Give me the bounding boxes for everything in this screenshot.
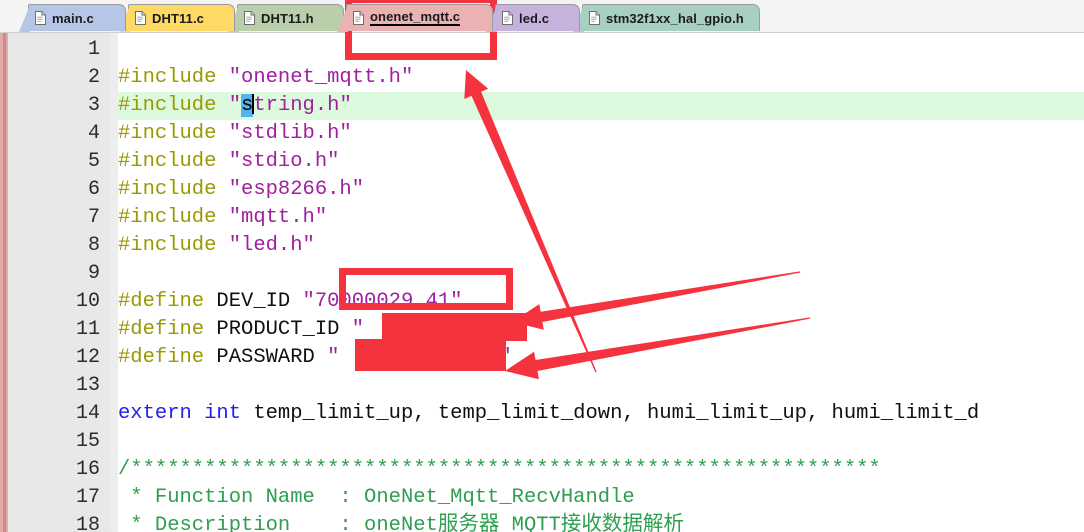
code-token: #include	[118, 206, 229, 229]
code-token: #include	[118, 122, 229, 145]
code-line[interactable]: /***************************************…	[118, 456, 881, 484]
code-token: "esp8266.h"	[228, 178, 365, 201]
file-icon	[353, 11, 364, 25]
tab-stm32f1xx-hal-gpio-h[interactable]: stm32f1xx_hal_gpio.h	[573, 4, 760, 32]
tab-label: DHT11.h	[261, 10, 314, 26]
code-line[interactable]: #include "esp8266.h"	[118, 176, 364, 204]
code-token: #include	[118, 94, 229, 117]
code-token: #include	[118, 150, 229, 173]
code-line[interactable]: #define DEV_ID "70000029 41"	[118, 288, 462, 316]
code-token: * Description : oneNet服务器 MQTT接收数据解析	[118, 514, 684, 532]
file-icon	[502, 11, 513, 25]
line-number: 15	[75, 430, 100, 453]
tab-main-c[interactable]: main.c	[19, 4, 126, 32]
line-number: 3	[87, 94, 100, 117]
code-line[interactable]: * Function Name : OneNet_Mqtt_RecvHandle	[118, 484, 635, 512]
tab-label: onenet_mqtt.c	[370, 9, 461, 26]
code-token: "70000029 41"	[302, 290, 463, 313]
code-token: "stdio.h"	[228, 150, 340, 173]
code-line[interactable]: #include "mqtt.h"	[118, 204, 327, 232]
code-token: DEV_ID	[216, 290, 303, 313]
code-token: #include	[118, 234, 229, 257]
code-token: "mqtt.h"	[228, 206, 328, 229]
code-line[interactable]: #include "onenet_mqtt.h"	[118, 64, 413, 92]
file-icon	[589, 11, 600, 25]
tab-left-slant	[337, 5, 348, 32]
tab-dht11-h[interactable]: DHT11.h	[228, 4, 344, 32]
code-token: temp_limit_up, temp_limit_down, humi_lim…	[241, 402, 980, 425]
line-number: 17	[75, 486, 100, 509]
code-token: "stdlib.h"	[228, 122, 352, 145]
line-number: 10	[75, 290, 100, 313]
code-line[interactable]: #include "led.h"	[118, 232, 315, 260]
code-token: PASSWARD	[216, 346, 328, 369]
gutter-edge-strip	[110, 33, 118, 532]
tab-label: stm32f1xx_hal_gpio.h	[606, 10, 744, 26]
line-number: 7	[87, 206, 100, 229]
code-token: #include	[118, 66, 229, 89]
code-token: #include	[118, 178, 229, 201]
line-number: 2	[87, 66, 100, 89]
code-token: "onenet_mqtt.h"	[228, 66, 414, 89]
code-line[interactable]: #include "stdio.h"	[118, 148, 339, 176]
tab-led-c[interactable]: led.c	[486, 4, 580, 32]
code-line[interactable]: #define PASSWARD " "	[118, 344, 512, 372]
tab-label: led.c	[519, 10, 550, 26]
tab-left-slant	[19, 5, 30, 32]
code-line[interactable]: #include "stdlib.h"	[118, 120, 352, 148]
file-icon	[244, 11, 255, 25]
line-number: 14	[75, 402, 100, 425]
editor-window: main.c DHT11.c DHT11.h onenet_mqtt.c led.c st…	[0, 0, 1084, 532]
line-number: 9	[87, 262, 100, 285]
tab-label: main.c	[52, 10, 94, 26]
code-line[interactable]: * Description : oneNet服务器 MQTT接收数据解析	[118, 512, 684, 532]
code-line[interactable]: extern int temp_limit_up, temp_limit_dow…	[118, 400, 979, 428]
line-number: 4	[87, 122, 100, 145]
code-token: #define	[118, 290, 217, 313]
code-token: "led.h"	[228, 234, 315, 257]
file-icon	[135, 11, 146, 25]
code-token: extern int	[118, 402, 242, 425]
line-number: 6	[87, 178, 100, 201]
code-token: /***************************************…	[118, 458, 881, 481]
line-number: 12	[75, 346, 100, 369]
line-number: 16	[75, 458, 100, 481]
code-token: * Function Name : OneNet_Mqtt_RecvHandle	[118, 486, 635, 509]
code-token: " "	[351, 318, 512, 341]
code-token: #define	[118, 346, 217, 369]
editor-left-border-inner	[3, 33, 6, 532]
code-token: "	[228, 94, 242, 117]
code-editor-pane[interactable]: 1 2 3 4 5 6 7 8 9 10 11 12 13 14 15 16 17 18 #include "on…	[0, 33, 1084, 532]
line-number: 5	[87, 150, 100, 173]
tab-dht11-c[interactable]: DHT11.c	[119, 4, 235, 32]
line-number: 11	[75, 318, 100, 341]
code-token: PRODUCT_ID	[216, 318, 352, 341]
code-token: tring.h"	[253, 94, 352, 117]
code-token: #define	[118, 318, 217, 341]
tab-label: DHT11.c	[152, 10, 205, 26]
file-icon	[35, 11, 46, 25]
code-token: " "	[327, 346, 512, 369]
line-number: 13	[75, 374, 100, 397]
line-number: 1	[87, 38, 100, 61]
line-number: 8	[87, 234, 100, 257]
line-number: 18	[75, 514, 100, 532]
code-line[interactable]: #include "string.h"	[118, 92, 352, 120]
editor-tab-bar: main.c DHT11.c DHT11.h onenet_mqtt.c led.c st…	[0, 0, 1084, 33]
line-number-gutter: 1 2 3 4 5 6 7 8 9 10 11 12 13 14 15 16 17 18	[8, 33, 110, 532]
code-text-area[interactable]: #include "onenet_mqtt.h" #include "string…	[118, 33, 1084, 532]
tab-onenet-mqtt-c[interactable]: onenet_mqtt.c	[337, 4, 493, 32]
code-line[interactable]: #define PRODUCT_ID " "	[118, 316, 512, 344]
